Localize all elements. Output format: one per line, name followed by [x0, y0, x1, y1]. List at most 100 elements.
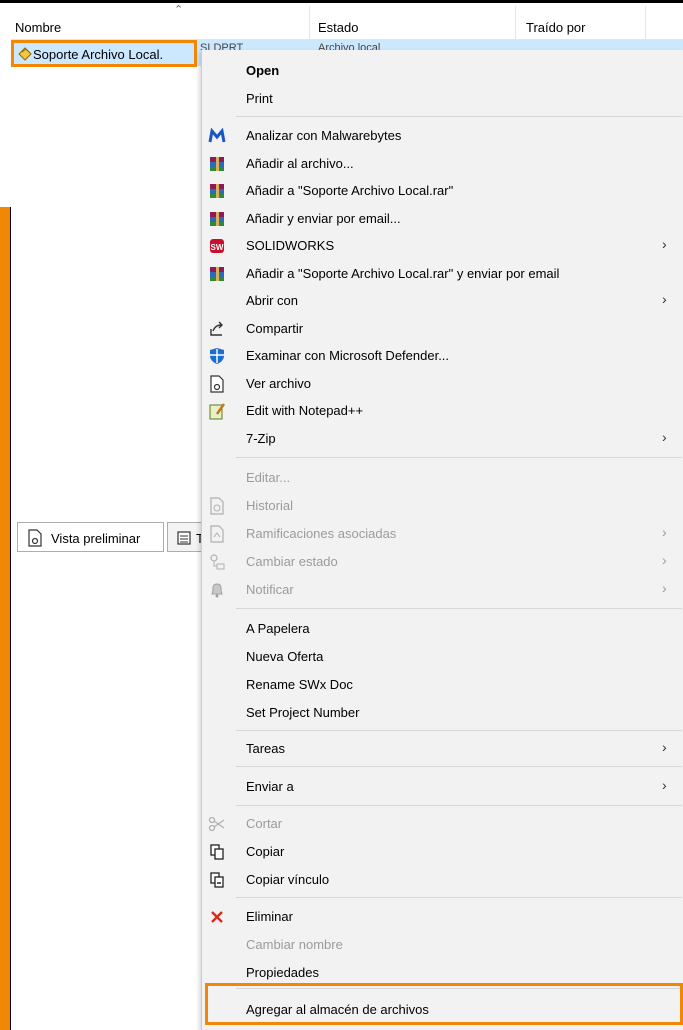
menu-label: Editar...	[246, 470, 291, 485]
menu-item-rename-swx[interactable]: Rename SWx Doc	[202, 671, 683, 698]
winrar-icon	[210, 212, 224, 226]
menu-label: Compartir	[246, 321, 304, 336]
menu-label: Añadir a "Soporte Archivo Local.rar"	[246, 183, 454, 198]
menu-item-change-state: Cambiar estado ›	[202, 548, 683, 575]
menu-separator	[236, 608, 682, 609]
menu-item-notify: Notificar ›	[202, 576, 683, 603]
menu-item-tasks[interactable]: Tareas ›	[202, 735, 683, 762]
file-name-highlight[interactable]: Soporte Archivo Local.	[11, 40, 197, 67]
menu-item-solidworks[interactable]: SW SOLIDWORKS ›	[202, 232, 683, 259]
history-icon	[210, 497, 224, 515]
submenu-arrow-icon: ›	[662, 739, 667, 755]
menu-item-defender[interactable]: Examinar con Microsoft Defender...	[202, 342, 683, 369]
menu-label: SOLIDWORKS	[246, 238, 335, 253]
menu-item-add-email[interactable]: Añadir y enviar por email...	[202, 205, 683, 232]
branches-icon	[210, 525, 224, 543]
menu-item-share[interactable]: Compartir	[202, 315, 683, 342]
preview-tabs: Vista preliminar T	[11, 520, 211, 554]
menu-label: Abrir con	[246, 293, 299, 308]
menu-label: Set Project Number	[246, 705, 360, 720]
menu-item-add-rar-email[interactable]: Añadir a "Soporte Archivo Local.rar" y e…	[202, 260, 683, 287]
menu-label: Rename SWx Doc	[246, 677, 353, 692]
menu-item-set-project[interactable]: Set Project Number	[202, 699, 683, 726]
menu-item-send-to[interactable]: Enviar a ›	[202, 773, 683, 800]
menu-separator	[236, 897, 682, 898]
submenu-arrow-icon: ›	[662, 580, 667, 596]
menu-separator	[236, 116, 682, 117]
submenu-arrow-icon: ›	[662, 236, 667, 252]
menu-label: Examinar con Microsoft Defender...	[246, 348, 450, 363]
menu-separator	[236, 730, 682, 731]
solidworks-icon: SW	[210, 239, 224, 253]
submenu-arrow-icon: ›	[662, 291, 667, 307]
menu-label: A Papelera	[246, 621, 310, 636]
copy-icon	[210, 844, 224, 860]
submenu-arrow-icon: ›	[662, 429, 667, 445]
menu-item-open[interactable]: Open	[202, 57, 683, 84]
menu-item-copy[interactable]: Copiar	[202, 838, 683, 865]
menu-label: Nueva Oferta	[246, 649, 324, 664]
tab-vista-preliminar[interactable]: Vista preliminar	[17, 522, 164, 552]
menu-label: Tareas	[246, 741, 286, 756]
menu-item-view-file[interactable]: Ver archivo	[202, 370, 683, 397]
submenu-arrow-icon: ›	[662, 524, 667, 540]
menu-item-delete[interactable]: Eliminar	[202, 903, 683, 930]
winrar-icon	[210, 157, 224, 171]
column-estado[interactable]: Estado	[318, 20, 358, 35]
menu-item-copy-link[interactable]: Copiar vínculo	[202, 866, 683, 893]
menu-item-trash[interactable]: A Papelera	[202, 615, 683, 642]
view-file-icon	[210, 375, 224, 393]
menu-item-open-with[interactable]: Abrir con ›	[202, 287, 683, 314]
menu-label: Cambiar nombre	[246, 937, 343, 952]
menu-label: Ramificaciones asociadas	[246, 526, 397, 541]
menu-item-cut: Cortar	[202, 810, 683, 837]
highlight-strip	[0, 207, 11, 1030]
menu-item-add-archive[interactable]: Añadir al archivo...	[202, 150, 683, 177]
menu-item-rename: Cambiar nombre	[202, 931, 683, 958]
menu-item-malwarebytes[interactable]: Analizar con Malwarebytes	[202, 122, 683, 149]
submenu-arrow-icon: ›	[662, 552, 667, 568]
menu-item-history: Historial	[202, 492, 683, 519]
column-traido-por[interactable]: Traído por	[526, 20, 586, 35]
column-divider[interactable]	[645, 6, 646, 42]
menu-separator	[236, 805, 682, 806]
change-state-icon	[210, 554, 225, 570]
scissors-icon	[208, 816, 225, 832]
menu-item-add-to-vault[interactable]: Agregar al almacén de archivos	[202, 996, 683, 1023]
menu-item-notepad[interactable]: Edit with Notepad++	[202, 397, 683, 424]
preview-document-icon	[28, 529, 42, 547]
menu-label: Notificar	[246, 582, 294, 597]
context-menu: Open Print Analizar con Malwarebytes Aña…	[201, 50, 683, 1030]
winrar-icon	[210, 184, 224, 198]
solidworks-part-icon	[18, 47, 32, 61]
share-icon	[210, 321, 223, 336]
menu-label: Cambiar estado	[246, 554, 338, 569]
menu-item-add-rar[interactable]: Añadir a "Soporte Archivo Local.rar"	[202, 177, 683, 204]
menu-item-7zip[interactable]: 7-Zip ›	[202, 425, 683, 452]
menu-label: Eliminar	[246, 909, 293, 924]
submenu-arrow-icon: ›	[662, 777, 667, 793]
column-divider[interactable]	[309, 6, 310, 42]
menu-label: Añadir al archivo...	[246, 156, 354, 171]
menu-item-properties[interactable]: Propiedades	[202, 959, 683, 986]
menu-label: Analizar con Malwarebytes	[246, 128, 402, 143]
menu-item-print[interactable]: Print	[202, 85, 683, 112]
menu-label: 7-Zip	[246, 431, 276, 446]
menu-item-edit: Editar...	[202, 464, 683, 491]
sort-up-icon[interactable]: ⌃	[174, 3, 183, 16]
menu-label: Print	[246, 91, 273, 106]
column-nombre[interactable]: Nombre	[15, 20, 61, 35]
menu-label: Enviar a	[246, 779, 294, 794]
menu-separator	[236, 766, 682, 767]
menu-label: Cortar	[246, 816, 283, 831]
menu-label: Copiar	[246, 844, 285, 859]
menu-item-new-offer[interactable]: Nueva Oferta	[202, 643, 683, 670]
menu-separator	[236, 457, 682, 458]
menu-label: Edit with Notepad++	[246, 403, 364, 418]
menu-label: Ver archivo	[246, 376, 312, 391]
column-divider[interactable]	[515, 6, 516, 42]
menu-label: Añadir y enviar por email...	[246, 211, 401, 226]
copy-link-icon	[210, 872, 224, 888]
winrar-icon	[210, 267, 224, 281]
menu-label: Propiedades	[246, 965, 319, 980]
